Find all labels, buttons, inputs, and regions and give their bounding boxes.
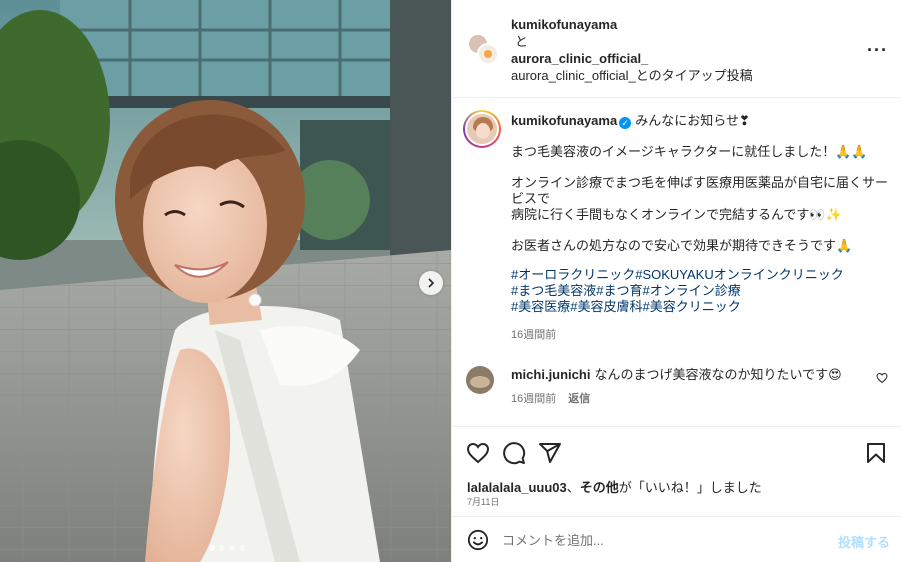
post-photo (0, 0, 451, 562)
caption-paragraph: まつ毛美容液のイメージキャラクターに就任しました！🙏🙏 (511, 144, 868, 159)
chevron-right-icon (428, 278, 435, 288)
likes-separator: 、 (566, 480, 580, 495)
caption-body: kumikofunayama ✓ みんなにお知らせ❣ まつ毛美容液のイメージキャラク… (511, 113, 891, 343)
comment-text: michi.junichi なんのまつげ美容液なのか知りたいです😍 (511, 367, 842, 383)
likes-others-link[interactable]: その他 (580, 480, 619, 495)
carousel-next-button[interactable] (419, 271, 443, 295)
post-side-panel: kumikofunayama と aurora_clinic_official_… (451, 0, 901, 562)
post-caption: kumikofunayama ✓ みんなにお知らせ❣ まつ毛美容液のイメージキャラク… (452, 99, 901, 426)
collab-avatars[interactable] (467, 33, 499, 65)
post-header-text: kumikofunayama と aurora_clinic_official_… (511, 16, 753, 84)
caption-username-link[interactable]: kumikofunayama (511, 113, 617, 128)
avatar (477, 43, 499, 65)
comment-icon[interactable] (502, 441, 526, 465)
post-actions: lalalalala_uuu03、その他が「いいね！」しました 7月11日 (452, 426, 901, 516)
author-username-link[interactable]: kumikofunayama (511, 17, 617, 32)
heart-icon[interactable] (466, 441, 490, 465)
verified-badge-icon: ✓ (619, 117, 632, 129)
emoji-icon[interactable] (467, 529, 489, 551)
likes-suffix: が「いいね！」しました (618, 480, 762, 495)
author-avatar[interactable] (463, 110, 501, 148)
liker-username-link[interactable]: lalalalala_uuu03 (467, 480, 567, 495)
commenter-username-link[interactable]: michi.junichi (511, 367, 590, 382)
comment-input[interactable] (502, 529, 822, 551)
instagram-post: kumikofunayama と aurora_clinic_official_… (0, 0, 901, 562)
caption-first-line: みんなにお知らせ❣ (635, 113, 750, 128)
caption-paragraph: オンライン診療でまつ毛を伸ばす医療用医薬品が自宅に届くサービスで 病院に行く手間… (511, 175, 889, 222)
caption-hashtags[interactable]: #オーロラクリニック#SOKUYAKUオンラインクリニック #まつ毛美容液#まつ… (511, 267, 891, 315)
post-comment-button[interactable]: 投稿する (838, 532, 890, 551)
share-icon[interactable] (538, 441, 562, 465)
more-icon: ··· (867, 40, 888, 60)
comment-meta: 16週間前 返信 (511, 390, 590, 406)
likes-summary: lalalalala_uuu03、その他が「いいね！」しました (467, 477, 762, 496)
caption-timestamp[interactable]: 16週間前 (511, 327, 891, 343)
collab-conjunction: と (515, 34, 529, 49)
caption-paragraph: お医者さんの処方なので安心で効果が期待できそうです🙏 (511, 238, 853, 253)
comment-body: なんのまつげ美容液なのか知りたいです😍 (594, 367, 842, 382)
post-header: kumikofunayama と aurora_clinic_official_… (452, 0, 901, 98)
carousel-dot (219, 545, 225, 551)
carousel-dot-active (209, 545, 215, 551)
bookmark-icon[interactable] (864, 441, 888, 465)
comment-composer: 投稿する (452, 516, 901, 562)
carousel-dot (229, 545, 235, 551)
paid-partnership-label[interactable]: aurora_clinic_official_とのタイアップ投稿 (511, 68, 753, 83)
more-options-button[interactable]: ··· (867, 40, 888, 61)
post-date[interactable]: 7月11日 (467, 495, 499, 508)
comment-like-icon[interactable] (876, 372, 888, 384)
carousel-dot (239, 545, 245, 551)
carousel-indicator (209, 545, 245, 551)
commenter-avatar[interactable] (466, 366, 494, 394)
post-media[interactable] (0, 0, 451, 562)
comment-timestamp[interactable]: 16週間前 (511, 393, 556, 405)
reply-button[interactable]: 返信 (568, 393, 590, 405)
collaborator-username-link[interactable]: aurora_clinic_official_ (511, 51, 648, 66)
